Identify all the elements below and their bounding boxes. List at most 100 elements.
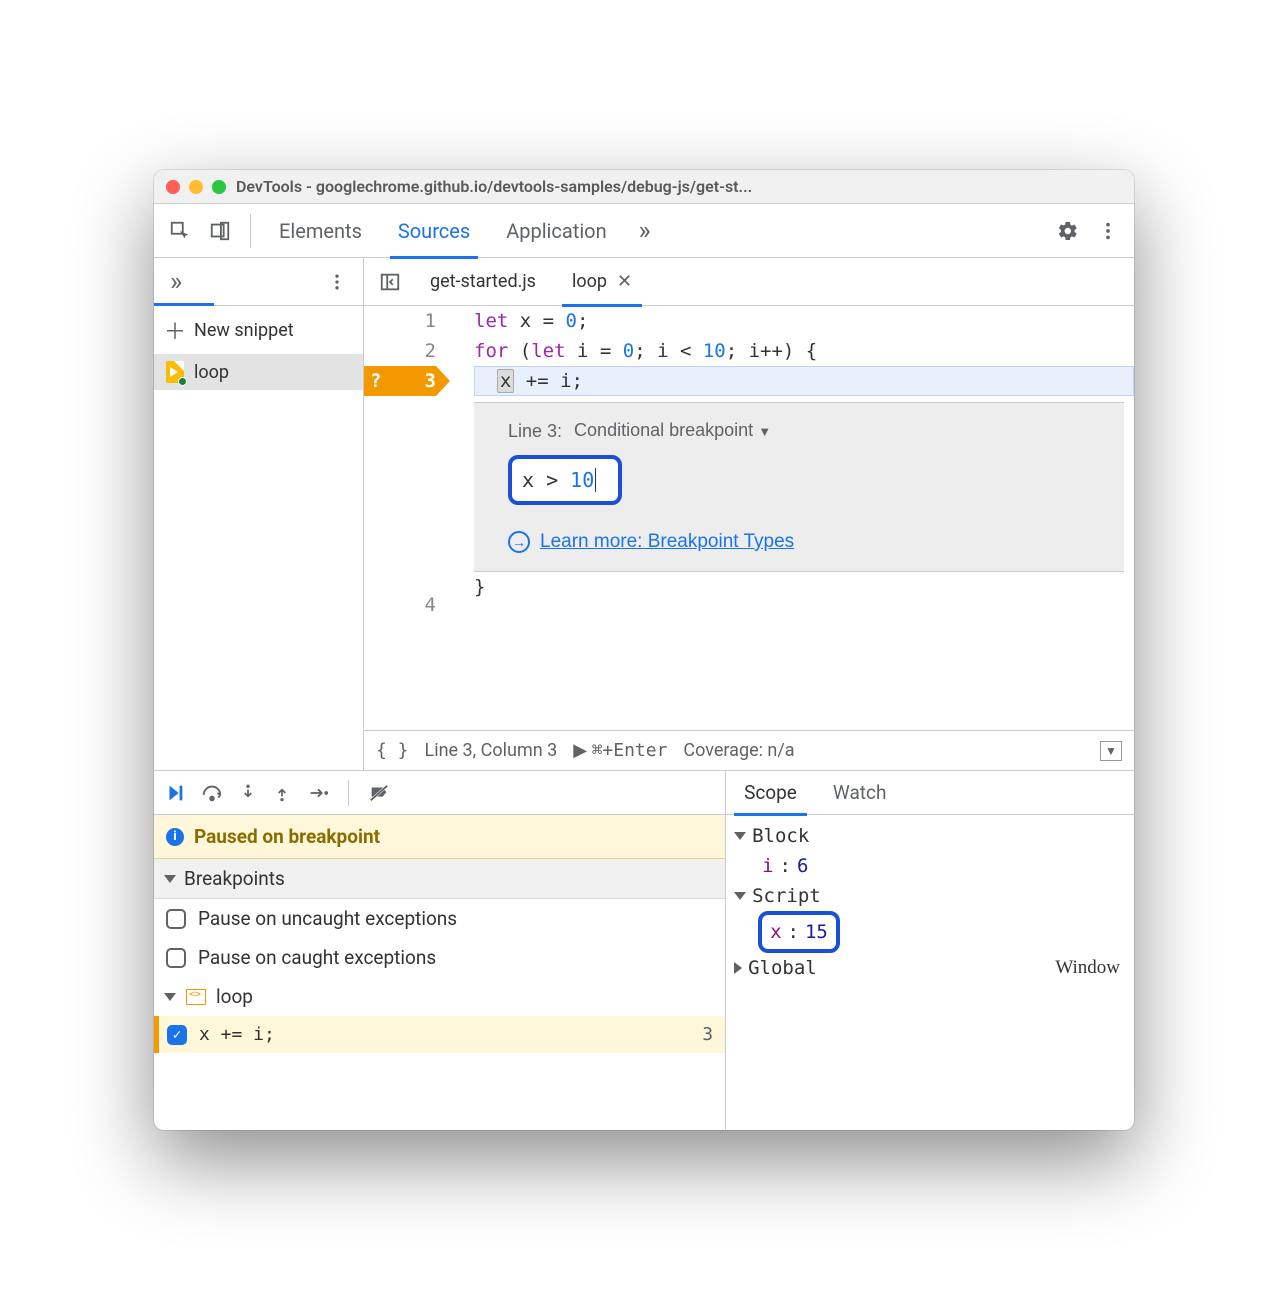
debugger-pane: i Paused on breakpoint Breakpoints Pause… [154,770,1134,1130]
scope-var-x: x: 15 [734,911,1126,953]
line-gutter[interactable]: 1 2 ? 3 4 [364,306,456,730]
statusbar-collapse-icon[interactable]: ▼ [1100,741,1122,761]
debugger-left: i Paused on breakpoint Breakpoints Pause… [154,771,726,1130]
window-titlebar: DevTools - googlechrome.github.io/devtoo… [154,170,1134,204]
step-over-icon[interactable] [200,782,224,804]
scope-tabs: Scope Watch [726,771,1134,815]
checkbox-breakpoint[interactable]: ✓ [167,1025,187,1045]
minimize-window-button[interactable] [189,180,203,194]
chevron-down-icon [734,892,746,900]
new-snippet-label: New snippet [194,320,294,341]
snippet-file-icon [166,361,184,383]
editor-statusbar: { } Line 3, Column 3 ▶ ⌘+Enter Coverage:… [364,730,1134,770]
navigator-more-icon[interactable]: » [162,267,190,297]
panel-tabstrip: Elements Sources Application » [154,204,1134,258]
step-into-icon[interactable] [238,782,258,804]
scope-var-i: i: 6 [734,851,1126,881]
tab-sources[interactable]: Sources [382,204,486,258]
window-title: DevTools - googlechrome.github.io/devtoo… [236,177,1122,196]
snippet-list: loop [154,354,363,770]
gutter-line-1[interactable]: 1 [364,306,436,336]
gutter-line-4[interactable]: 4 [364,590,436,620]
sources-toolbar-row: » get-started.js loop ✕ [154,258,1134,306]
breakpoint-arrow-icon [436,366,450,396]
plus-icon: ＋ [164,314,186,346]
checkbox-uncaught[interactable] [166,909,186,929]
breakpoints-label: Breakpoints [184,867,285,890]
filetab-loop[interactable]: loop ✕ [558,258,646,306]
bp-learn-more: → Learn more: Breakpoint Types [508,527,1110,557]
info-icon: i [166,828,184,846]
deactivate-breakpoints-icon[interactable] [367,782,391,804]
close-window-button[interactable] [166,180,180,194]
tab-elements[interactable]: Elements [263,204,378,258]
script-file-icon [186,989,206,1005]
chevron-right-icon [734,962,742,974]
inspect-element-icon[interactable] [162,213,198,249]
debugger-toolbar [154,771,725,815]
scope-script-header[interactable]: Script [734,881,1126,911]
zoom-window-button[interactable] [212,180,226,194]
device-toolbar-icon[interactable] [202,213,238,249]
arrow-right-circle-icon: → [508,531,530,553]
run-snippet-button[interactable]: ▶ ⌘+Enter [573,740,667,761]
snippet-item-loop[interactable]: loop [154,354,363,390]
chevron-down-icon [734,832,746,840]
divider [250,214,251,248]
kebab-menu-icon[interactable] [1090,213,1126,249]
bp-learn-more-link[interactable]: Learn more: Breakpoint Types [540,527,794,557]
step-out-icon[interactable] [272,782,292,804]
code-lines[interactable]: let x = 0; for (let i = 0; i < 10; i++) … [456,306,1134,730]
sources-main: ＋ New snippet loop 1 2 ? 3 [154,306,1134,770]
paused-banner: i Paused on breakpoint [154,815,725,859]
filetab-get-started[interactable]: get-started.js [416,258,550,306]
breakpoint-editor-popup: Line 3: Conditional breakpoint ▼ x > 10 … [474,402,1124,572]
scope-global-row[interactable]: Global Window [734,953,1126,983]
gutter-spacer [364,396,436,590]
bp-type-dropdown[interactable]: Conditional breakpoint ▼ [574,415,771,447]
close-tab-icon[interactable]: ✕ [617,271,632,292]
settings-gear-icon[interactable] [1050,213,1086,249]
code-area[interactable]: 1 2 ? 3 4 let x = 0; for (let i = 0; i <… [364,306,1134,730]
new-snippet-button[interactable]: ＋ New snippet [154,306,363,354]
editor-filetabs: get-started.js loop ✕ [364,258,1134,305]
step-icon[interactable] [306,782,330,804]
navigator-toggle-icon[interactable] [372,264,408,300]
filetab-label: loop [572,271,607,292]
code-line-2: for (let i = 0; i < 10; i++) { [474,336,1134,366]
code-line-1: let x = 0; [474,306,1134,336]
pause-uncaught-row[interactable]: Pause on uncaught exceptions [154,899,725,938]
coverage-status: Coverage: n/a [683,740,794,761]
gutter-line-2[interactable]: 2 [364,336,436,366]
pretty-print-icon[interactable]: { } [376,740,409,761]
breakpoint-group-loop[interactable]: loop [154,977,725,1016]
bp-popup-header: Line 3: Conditional breakpoint ▼ [508,415,1110,447]
chevron-down-icon [164,875,176,883]
conditional-marker: ? [370,366,381,396]
checkbox-caught[interactable] [166,948,186,968]
cursor-position: Line 3, Column 3 [425,740,558,761]
window-controls [166,180,226,194]
snippet-name: loop [194,362,229,383]
bp-condition-input[interactable]: x > 10 [508,455,622,505]
tab-scope[interactable]: Scope [726,771,815,815]
breakpoints-section-header[interactable]: Breakpoints [154,859,725,899]
debugger-right: Scope Watch Block i: 6 Script x: 15 Glob… [726,771,1134,1130]
filetab-label: get-started.js [430,271,536,292]
scope-block-header[interactable]: Block [734,821,1126,851]
toolbar-separator [348,780,349,806]
breakpoint-line-number: 3 [702,1024,713,1045]
code-line-3: x += i; [474,366,1134,396]
navigator-toolbar: » [154,258,364,305]
resume-icon[interactable] [164,782,186,804]
more-tabs-icon[interactable]: » [627,213,663,249]
navigator-pane: ＋ New snippet loop [154,306,364,770]
chevron-down-icon [164,993,176,1001]
breakpoint-entry[interactable]: ✓ x += i; 3 [154,1016,725,1053]
tab-application[interactable]: Application [490,204,622,258]
tab-watch[interactable]: Watch [815,771,905,815]
gutter-line-3-breakpoint[interactable]: ? 3 [364,366,436,396]
navigator-menu-icon[interactable] [319,264,355,300]
scope-global-value: Window [1055,953,1120,983]
pause-caught-row[interactable]: Pause on caught exceptions [154,938,725,977]
